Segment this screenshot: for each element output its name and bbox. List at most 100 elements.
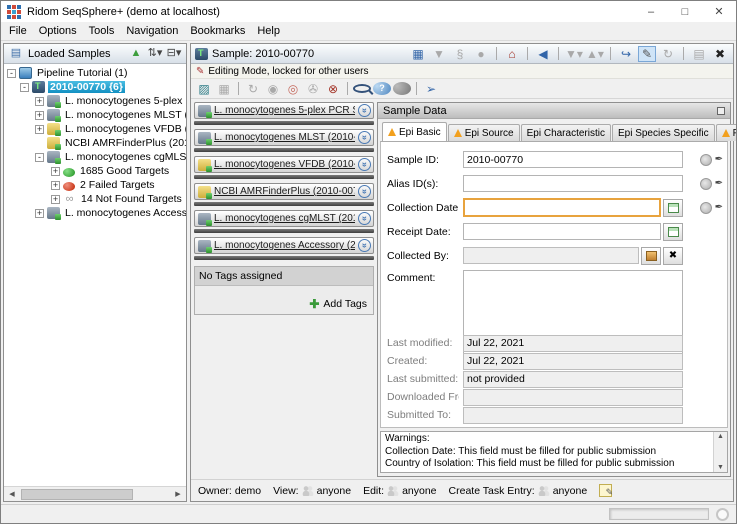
clear-collected-by-button[interactable]: ✖ (663, 247, 683, 265)
task-entry-cgmlst[interactable]: L. monocytogenes cgMLST (2010-00... » (194, 210, 374, 227)
reprocess-icon[interactable]: ↻ (244, 81, 262, 97)
task-entry-vfdb[interactable]: L. monocytogenes VFDB (2010-00770) » (194, 156, 374, 173)
alias-id-input[interactable] (463, 175, 683, 192)
add-tags-button[interactable]: ✚ Add Tags (309, 297, 367, 311)
tree-item-cgmlst[interactable]: - L. monocytogenes cgMLST (2010-00770) (4, 150, 186, 164)
tree-item-amrfinderplus[interactable]: NCBI AMRFinderPlus (2010-00770) (4, 136, 186, 150)
home-icon[interactable]: ⌂ (503, 46, 521, 62)
menu-options[interactable]: Options (33, 23, 83, 39)
expand-chevron-icon[interactable]: » (358, 185, 371, 198)
reload-icon[interactable]: ↻ (659, 46, 677, 62)
warnings-scrollbar[interactable]: ▲ ▼ (713, 432, 727, 472)
filter-icon[interactable]: ▼ (430, 46, 448, 62)
menu-bookmarks[interactable]: Bookmarks (184, 23, 251, 39)
tree-expander[interactable]: + (35, 97, 44, 106)
tree-item-vfdb[interactable]: + L. monocytogenes VFDB (2010-00770) (4, 122, 186, 136)
close-view-icon[interactable]: ✖ (711, 46, 729, 62)
signature-pen-icon[interactable]: ✒ (715, 178, 723, 189)
tree-item-accessory[interactable]: + L. monocytogenes Accessory (2010-00770… (4, 206, 186, 220)
tree-expander[interactable]: + (35, 125, 44, 134)
collection-date-input[interactable] (463, 198, 661, 217)
signature-pen-icon[interactable]: ✒ (715, 202, 723, 213)
tree-item-good-targets[interactable]: + 1685 Good Targets (4, 164, 186, 178)
scrollbar-thumb[interactable] (21, 489, 133, 500)
collapse-all-icon[interactable]: ⊟▾ (166, 46, 182, 62)
tree-expander[interactable] (35, 139, 44, 148)
menu-file[interactable]: File (3, 23, 33, 39)
tree-expander[interactable]: + (35, 209, 44, 218)
sphere-icon[interactable]: ● (472, 46, 490, 62)
tree-item-not-found-targets[interactable]: + ∞ 14 Not Found Targets (4, 192, 186, 206)
separator (347, 82, 348, 95)
scroll-right-icon[interactable]: ▶ (171, 490, 185, 498)
scroll-up-icon[interactable]: ▲ (717, 433, 724, 440)
minimize-button[interactable]: – (634, 1, 668, 22)
maximize-button[interactable]: □ (668, 1, 702, 22)
sample-id-input[interactable] (463, 151, 683, 168)
expand-chevron-icon[interactable]: » (358, 212, 371, 225)
tree-expander[interactable]: - (20, 83, 29, 92)
web-icon[interactable] (393, 82, 411, 95)
save-icon[interactable]: ▤ (690, 46, 708, 62)
search-icon[interactable] (353, 84, 371, 93)
sphere-gray-icon[interactable]: ◉ (264, 81, 282, 97)
web-lookup-icon[interactable]: ? (373, 82, 391, 95)
table-history-icon[interactable]: ▦ (215, 81, 233, 97)
task-entry-mlst[interactable]: L. monocytogenes MLST (2010-00770) » (194, 129, 374, 146)
address-book-button[interactable] (641, 247, 661, 265)
close-button[interactable]: ✕ (702, 1, 736, 22)
tree-item-mlst[interactable]: + L. monocytogenes MLST (2010-00770) (4, 108, 186, 122)
back-icon[interactable]: ◀ (534, 46, 552, 62)
calendar-button[interactable] (663, 223, 683, 241)
expand-chevron-icon[interactable]: » (358, 131, 371, 144)
tree-expander[interactable]: - (7, 69, 16, 78)
expand-chevron-icon[interactable]: » (358, 158, 371, 171)
export-image-icon[interactable]: ▨ (195, 81, 213, 97)
expand-chevron-icon[interactable]: » (358, 104, 371, 117)
spring-icon[interactable]: § (451, 46, 469, 62)
tree-item-failed-targets[interactable]: + 2 Failed Targets (4, 178, 186, 192)
calendar-button[interactable] (663, 199, 683, 217)
edit-mode-toggle-icon[interactable]: ✎ (638, 46, 656, 62)
tree-expander[interactable]: + (51, 195, 60, 204)
expand-chevron-icon[interactable]: » (358, 239, 371, 252)
menu-tools[interactable]: Tools (83, 23, 121, 39)
tab-epi-source[interactable]: Epi Source (448, 124, 520, 141)
task-entry-accessory[interactable]: L. monocytogenes Accessory (2010... » (194, 237, 374, 254)
app-logo-icon (7, 5, 21, 19)
goto-icon[interactable]: ↪ (617, 46, 635, 62)
tree-expander[interactable]: + (35, 111, 44, 120)
table-view-icon[interactable]: ▦ (409, 46, 427, 62)
menu-help[interactable]: Help (251, 23, 286, 39)
tree-item-pipeline-tutorial[interactable]: - Pipeline Tutorial (1) (4, 66, 186, 80)
tree-expander[interactable]: - (35, 153, 44, 162)
detach-panel-icon[interactable] (717, 107, 725, 115)
task-entry-5plex-pcr[interactable]: L. monocytogenes 5-plex PCR Sero... » (194, 102, 374, 119)
tab-epi-species-specific[interactable]: Epi Species Specific (612, 124, 715, 141)
scroll-left-icon[interactable]: ◀ (5, 490, 19, 498)
next-sample-up-icon[interactable]: ▲▾ (586, 46, 604, 62)
attachment-icon[interactable]: ✇ (304, 81, 322, 97)
tab-epi-characteristic[interactable]: Epi Characteristic (521, 124, 611, 141)
receipt-date-input[interactable] (463, 223, 661, 240)
sort-order-icon[interactable]: ⇅▾ (147, 46, 163, 62)
tree-item-5plex-pcr[interactable]: + L. monocytogenes 5-plex PCR Serogroup … (4, 94, 186, 108)
tree-item-sample-2010-00770[interactable]: - 2010-00770 {6} (4, 80, 186, 94)
tree-horizontal-scrollbar[interactable]: ◀ ▶ (4, 486, 186, 501)
target-icon[interactable]: ◎ (284, 81, 302, 97)
menu-navigation[interactable]: Navigation (120, 23, 184, 39)
next-sample-down-icon[interactable]: ▼▾ (565, 46, 583, 62)
task-entry-amrfinderplus[interactable]: NCBI AMRFinderPlus (2010-00770) » (194, 183, 374, 200)
scroll-down-icon[interactable]: ▼ (717, 464, 724, 471)
tab-procedure[interactable]: Procedure (716, 124, 737, 141)
tab-epi-basic[interactable]: Epi Basic (382, 122, 447, 141)
signature-pen-icon[interactable]: ✒ (715, 154, 723, 165)
import-samples-icon[interactable]: ▲ (128, 46, 144, 62)
delete-sample-icon[interactable]: ⊗ (324, 81, 342, 97)
created-value (463, 353, 683, 370)
sample-icon (195, 48, 208, 60)
edit-permissions-icon[interactable] (599, 484, 612, 497)
tree-expander[interactable]: + (51, 181, 60, 190)
tree-expander[interactable]: + (51, 167, 60, 176)
submit-icon[interactable]: ➢ (422, 81, 440, 97)
